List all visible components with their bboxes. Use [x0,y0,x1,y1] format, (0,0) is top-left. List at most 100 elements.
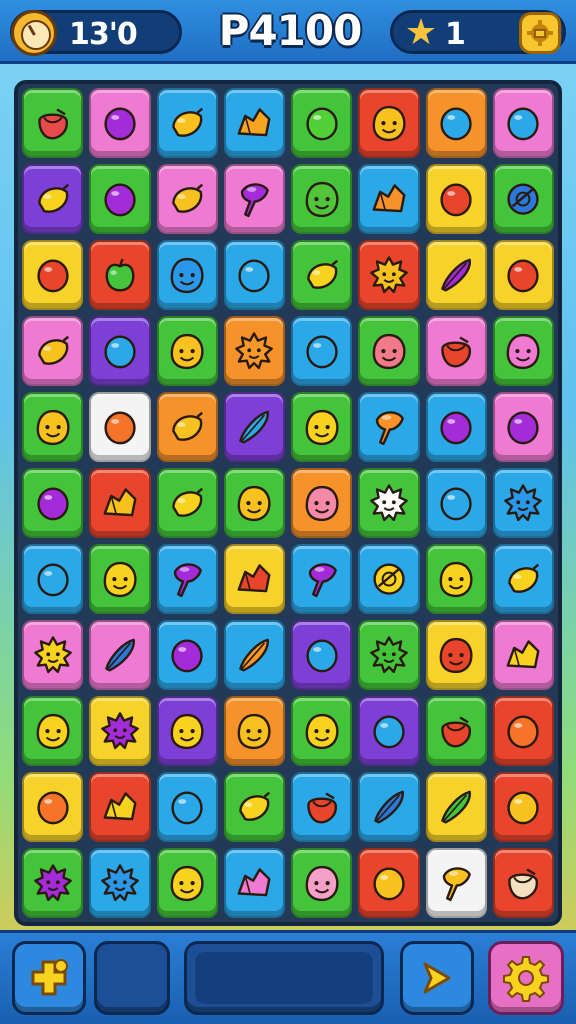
board-tile[interactable] [425,240,487,310]
board-tile[interactable] [492,240,554,310]
board-tile[interactable] [291,620,353,690]
board-tile[interactable] [223,772,285,842]
board-tile[interactable] [291,240,353,310]
board-tile[interactable] [291,468,353,538]
board-tile[interactable] [89,696,151,766]
gem-icon [373,867,405,901]
board-tile[interactable] [425,468,487,538]
board-tile[interactable] [156,468,218,538]
board-tile[interactable] [492,468,554,538]
board-tile[interactable] [492,392,554,462]
board-tile[interactable] [89,88,151,158]
board-tile[interactable] [358,88,420,158]
board-tile[interactable] [358,772,420,842]
board-tile[interactable] [291,772,353,842]
board-tile[interactable] [425,316,487,386]
board-tile[interactable] [22,772,84,842]
game-board [20,86,556,920]
board-tile[interactable] [425,848,487,918]
board-tile[interactable] [223,316,285,386]
board-tile[interactable] [22,88,84,158]
board-tile[interactable] [156,392,218,462]
board-tile[interactable] [89,772,151,842]
board-tile[interactable] [492,696,554,766]
board-tile[interactable] [425,696,487,766]
board-tile[interactable] [223,544,285,614]
board-tile[interactable] [89,240,151,310]
board-tile[interactable] [22,620,84,690]
board-tile[interactable] [223,88,285,158]
board-tile[interactable] [156,240,218,310]
board-tile[interactable] [223,468,285,538]
timer-panel: 13'0 [10,10,182,56]
board-tile[interactable] [89,316,151,386]
board-tile[interactable] [89,848,151,918]
board-tile[interactable] [492,88,554,158]
board-tile[interactable] [291,316,353,386]
add-booster-button[interactable] [12,941,86,1015]
board-tile[interactable] [223,164,285,234]
board-tile[interactable] [22,544,84,614]
board-tile[interactable] [223,620,285,690]
board-tile[interactable] [89,392,151,462]
board-tile[interactable] [22,696,84,766]
board-tile[interactable] [223,240,285,310]
board-tile[interactable] [492,544,554,614]
board-tile[interactable] [156,88,218,158]
board-tile[interactable] [358,316,420,386]
board-tile[interactable] [492,620,554,690]
next-button[interactable] [400,941,474,1015]
board-tile[interactable] [492,164,554,234]
board-tile[interactable] [22,164,84,234]
booster-bar-button[interactable] [184,941,384,1015]
settings-gear-button[interactable] [488,941,564,1015]
board-tile[interactable] [156,696,218,766]
board-tile[interactable] [22,392,84,462]
board-tile[interactable] [425,620,487,690]
settings-button[interactable] [519,12,561,54]
board-tile[interactable] [291,164,353,234]
board-tile[interactable] [223,848,285,918]
board-tile[interactable] [291,544,353,614]
board-tile[interactable] [223,696,285,766]
board-tile[interactable] [358,392,420,462]
board-tile[interactable] [89,620,151,690]
board-tile[interactable] [425,772,487,842]
board-tile[interactable] [22,848,84,918]
board-tile[interactable] [291,392,353,462]
board-tile[interactable] [358,848,420,918]
board-tile[interactable] [89,468,151,538]
face-icon [439,561,473,598]
board-tile[interactable] [358,468,420,538]
board-tile[interactable] [22,468,84,538]
board-tile[interactable] [156,164,218,234]
board-tile[interactable] [358,164,420,234]
board-tile[interactable] [425,88,487,158]
gear-icon [503,956,549,1002]
empty-slot-button[interactable] [94,941,170,1015]
board-tile[interactable] [358,240,420,310]
board-tile[interactable] [156,848,218,918]
board-tile[interactable] [425,544,487,614]
board-tile[interactable] [223,392,285,462]
board-tile[interactable] [89,164,151,234]
board-tile[interactable] [358,620,420,690]
board-tile[interactable] [291,88,353,158]
board-tile[interactable] [22,240,84,310]
board-tile[interactable] [156,772,218,842]
board-tile[interactable] [156,316,218,386]
board-tile[interactable] [358,544,420,614]
board-tile[interactable] [291,696,353,766]
board-tile[interactable] [291,848,353,918]
board-tile[interactable] [22,316,84,386]
board-tile[interactable] [425,392,487,462]
board-tile[interactable] [89,544,151,614]
board-tile[interactable] [492,772,554,842]
board-tile[interactable] [492,848,554,918]
board-tile[interactable] [425,164,487,234]
board-tile[interactable] [358,696,420,766]
face-icon [237,485,271,522]
board-tile[interactable] [492,316,554,386]
board-tile[interactable] [156,544,218,614]
board-tile[interactable] [156,620,218,690]
